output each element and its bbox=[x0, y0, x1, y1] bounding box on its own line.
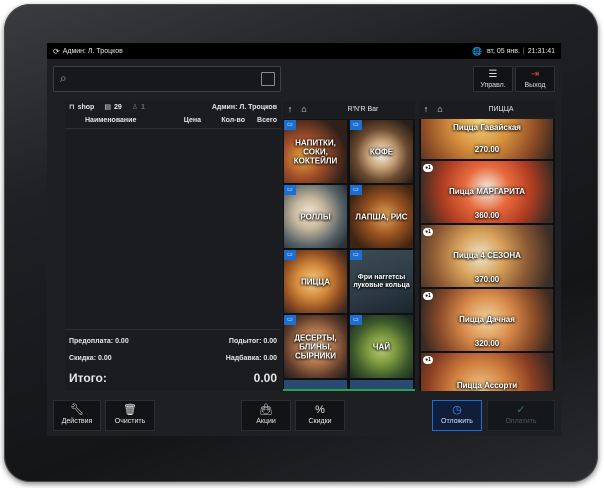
pos-screen: ⟳ Админ: Л. Троцков 🌐 вт, 05 янв. | 21:3… bbox=[47, 43, 561, 436]
actions-button[interactable]: 🔧︎ Действия bbox=[53, 400, 101, 431]
markup: Надбавка: 0.00 bbox=[225, 355, 277, 362]
folder-icon: ▭ bbox=[350, 315, 362, 325]
category-tile-drinks[interactable]: ▭ НАПИТКИ, СОКИ, КОКТЕЙЛИ bbox=[284, 120, 347, 183]
manage-button[interactable]: ☰ Управл. bbox=[473, 66, 513, 92]
bag-icon: 👜︎ bbox=[259, 404, 273, 416]
category-grid: ▭ НАПИТКИ, СОКИ, КОКТЕЙЛИ ▭ КОФЕ ▭ РОЛЛЫ… bbox=[283, 119, 415, 391]
folder-icon: ▭ bbox=[350, 120, 362, 130]
col-name: Наименование bbox=[85, 117, 137, 124]
actions-label: Действия bbox=[61, 418, 93, 425]
pay-label: Оплатить bbox=[505, 418, 537, 425]
menu-icon: ☰ bbox=[488, 69, 498, 80]
search-input[interactable] bbox=[78, 70, 258, 88]
folder-icon: ▭ bbox=[350, 185, 362, 195]
product-tile[interactable]: ●1 Пицца МАРГАРИТА 360.00 bbox=[421, 161, 553, 223]
folder-icon: ▭ bbox=[350, 250, 362, 260]
guest-count: 1 bbox=[141, 103, 145, 111]
portion-icon: ●1 bbox=[423, 164, 433, 172]
order-summary: Предоплата: 0.00 Подытог: 0.00 Скидка: 0… bbox=[65, 329, 281, 389]
folder-icon: ▭ bbox=[284, 185, 296, 195]
col-qty: Кол-во bbox=[221, 117, 245, 124]
receipt-icon: ▤ bbox=[104, 104, 111, 111]
table-indicator[interactable]: ▤ 29 bbox=[104, 103, 122, 112]
portion-icon: ●1 bbox=[423, 228, 433, 236]
exit-button[interactable]: ⇥ Выход bbox=[515, 66, 555, 92]
clear-label: Очистить bbox=[114, 418, 146, 425]
category-tile-pizza[interactable]: ▭ ПИЦЦА bbox=[284, 250, 347, 313]
category-tile-partial[interactable] bbox=[284, 380, 347, 389]
folder-icon: ▭ bbox=[284, 120, 296, 130]
order-list[interactable] bbox=[65, 129, 281, 329]
order-panel: ⊓ shop ▤ 29 ♙ 1 Админ: Л. Троцков Наимен… bbox=[65, 101, 281, 391]
pay-button[interactable]: ✓ Оплатить bbox=[487, 400, 555, 431]
percent-icon: % bbox=[315, 404, 325, 416]
prepay: Предоплата: 0.00 bbox=[69, 338, 129, 345]
status-separator: | bbox=[522, 47, 525, 55]
person-icon: ♙ bbox=[131, 104, 139, 111]
category-tile-noodles[interactable]: ▭ ЛАПША, РИС bbox=[350, 185, 413, 248]
arrow-up-icon[interactable]: ↑ bbox=[419, 104, 433, 114]
order-header: ⊓ shop ▤ 29 ♙ 1 Админ: Л. Троцков bbox=[65, 101, 281, 113]
category-tile-fries[interactable]: ▭ Фри наггетсы луковые кольца bbox=[350, 250, 413, 313]
folder-icon: ▭ bbox=[284, 250, 296, 260]
search-icon: ⌕ bbox=[60, 71, 67, 85]
category-tile-desserts[interactable]: ▭ ДЕСЕРТЫ, БЛИНЫ, СЫРНИКИ bbox=[284, 315, 347, 378]
wrench-icon: 🔧︎ bbox=[70, 404, 84, 416]
order-admin: Админ: Л. Троцков bbox=[211, 103, 277, 111]
guests-indicator[interactable]: ♙ 1 bbox=[131, 103, 145, 112]
category-tile-partial[interactable] bbox=[350, 380, 413, 389]
category-tile-rolls[interactable]: ▭ РОЛЛЫ bbox=[284, 185, 347, 248]
category-header: ↑ ⌂ R'N'R Bar bbox=[283, 101, 415, 117]
status-bar: ⟳ Админ: Л. Троцков 🌐 вт, 05 янв. | 21:3… bbox=[47, 43, 561, 59]
scan-checkbox[interactable] bbox=[261, 72, 275, 86]
category-title: R'N'R Bar bbox=[347, 105, 379, 113]
promos-label: Акции bbox=[256, 418, 276, 425]
promos-button[interactable]: 👜︎ Акции bbox=[241, 400, 291, 431]
category-tile-coffee[interactable]: ▭ КОФЕ bbox=[350, 120, 413, 183]
col-price: Цена bbox=[183, 117, 201, 124]
shop-label: shop bbox=[77, 103, 95, 111]
sync-icon[interactable]: ⟳ bbox=[53, 47, 60, 56]
postpone-label: Отложить bbox=[441, 418, 473, 425]
portion-icon: ●1 bbox=[423, 356, 433, 364]
status-date: вт, 05 янв. bbox=[486, 47, 520, 55]
discount: Скидка: 0.00 bbox=[69, 355, 112, 362]
order-total: Итого: 0.00 bbox=[69, 367, 277, 389]
category-tile-tea[interactable]: ▭ ЧАЙ bbox=[350, 315, 413, 378]
product-header: ↑ ⌂ ПИЦЦА bbox=[419, 101, 555, 117]
home-icon[interactable]: ⌂ bbox=[297, 104, 311, 114]
product-tile[interactable]: ●1 Пицца Ассорти bbox=[421, 353, 553, 391]
exit-label: Выход bbox=[524, 82, 546, 89]
folder-icon: ▭ bbox=[284, 315, 296, 325]
table-number: 29 bbox=[113, 103, 122, 111]
product-tile[interactable]: ●1 Пицца Дачная 320.00 bbox=[421, 289, 553, 351]
trash-icon: 🗑︎ bbox=[123, 404, 137, 416]
discounts-button[interactable]: % Скидки bbox=[295, 400, 345, 431]
order-columns: Наименование Цена Кол-во Всего bbox=[65, 113, 281, 129]
search-box: ⌕ bbox=[53, 66, 281, 92]
check-icon: ✓ bbox=[516, 404, 526, 416]
current-user: Админ: Л. Троцков bbox=[62, 47, 123, 55]
globe-icon[interactable]: 🌐 bbox=[472, 47, 482, 56]
discounts-label: Скидки bbox=[308, 418, 332, 425]
shop-indicator[interactable]: ⊓ shop bbox=[69, 103, 95, 112]
portion-icon: ●1 bbox=[423, 292, 433, 300]
status-time: 21:31:41 bbox=[527, 47, 555, 55]
arrow-up-icon[interactable]: ↑ bbox=[283, 104, 297, 114]
clear-button[interactable]: 🗑︎ Очистить bbox=[105, 400, 155, 431]
product-tile[interactable]: ●1 Пицца 4 СЕЗОНА 370.00 bbox=[421, 225, 553, 287]
product-grid: Пицца Гавайская 270.00 ●1 Пицца МАРГАРИТ… bbox=[419, 119, 555, 391]
total-label: Итого: bbox=[69, 371, 107, 385]
total-value: 0.00 bbox=[253, 371, 277, 385]
postpone-button[interactable]: ◷ Отложить bbox=[432, 400, 482, 431]
col-total: Всего bbox=[257, 117, 277, 124]
clock-icon: ◷ bbox=[452, 404, 462, 416]
product-title: ПИЦЦА bbox=[488, 105, 514, 113]
shop-icon: ⊓ bbox=[69, 104, 75, 111]
manage-label: Управл. bbox=[480, 82, 506, 89]
home-icon[interactable]: ⌂ bbox=[433, 104, 447, 114]
product-tile[interactable]: Пицца Гавайская 270.00 bbox=[421, 119, 553, 159]
subtotal: Подытог: 0.00 bbox=[228, 338, 277, 345]
exit-icon: ⇥ bbox=[530, 69, 540, 80]
